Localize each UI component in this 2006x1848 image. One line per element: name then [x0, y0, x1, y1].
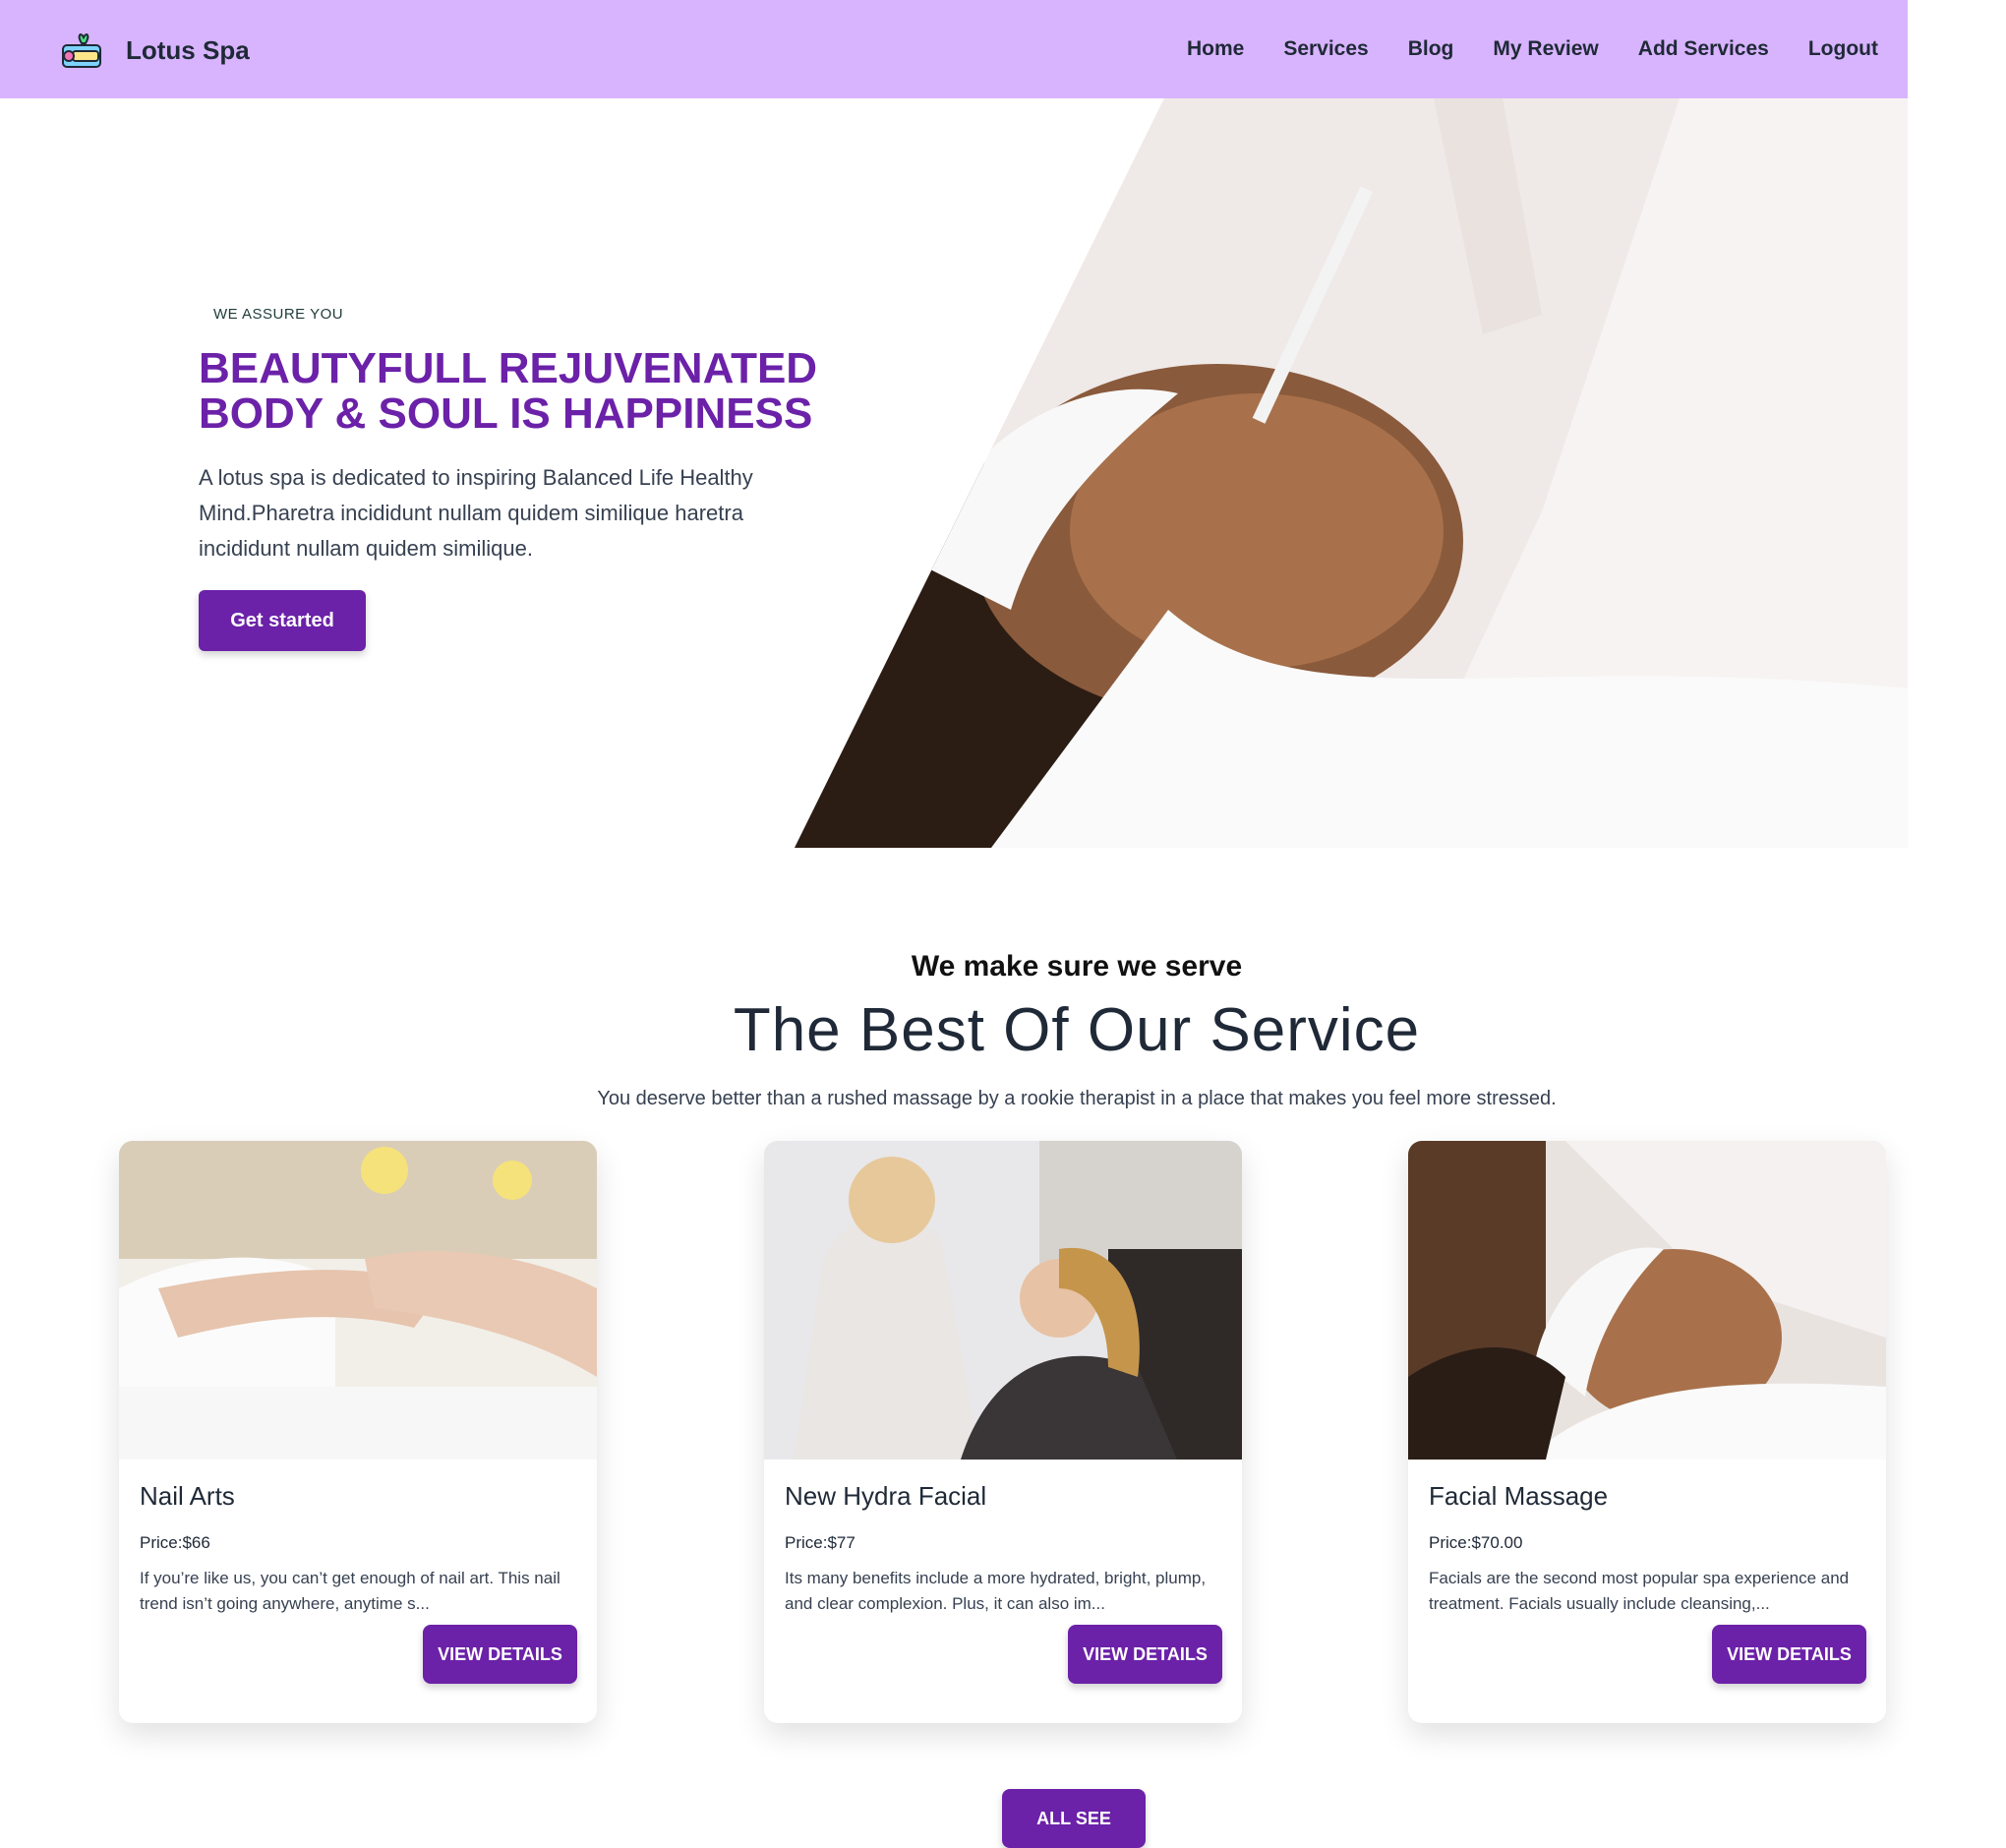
nail-arts-image [119, 1141, 597, 1460]
nav-link-logout[interactable]: Logout [1808, 37, 1878, 61]
navbar: Lotus Spa Home Services Blog My Review A… [0, 0, 1908, 98]
card-description: If you’re like us, you can’t get enough … [140, 1569, 560, 1613]
nav-link-add-services[interactable]: Add Services [1638, 37, 1769, 61]
hydra-facial-image [764, 1141, 1242, 1460]
hero-title: BEAUTYFULL REJUVENATED BODY & SOUL IS HA… [199, 346, 828, 437]
facial-massage-image [1408, 1141, 1886, 1460]
view-details-button[interactable]: VIEW DETAILS [1068, 1625, 1222, 1684]
service-card-facial-massage: Facial Massage Price:$70.00 Facials are … [1408, 1141, 1886, 1723]
card-description: Facials are the second most popular spa … [1429, 1569, 1850, 1613]
card-title: Facial Massage [1429, 1481, 1609, 1511]
nav-link-blog[interactable]: Blog [1408, 37, 1454, 61]
hero-title-line2: BODY & SOUL IS HAPPINESS [199, 389, 813, 438]
services-description: You deserve better than a rushed massage… [597, 1088, 1557, 1109]
card-title: Nail Arts [140, 1481, 235, 1511]
view-details-button[interactable]: VIEW DETAILS [423, 1625, 577, 1684]
services-subtitle: We make sure we serve [911, 950, 1243, 983]
services-title: The Best Of Our Service [733, 996, 1421, 1064]
hero-description: A lotus spa is dedicated to inspiring Ba… [199, 465, 753, 561]
spa-logo-icon [59, 30, 104, 71]
card-price: Price:$66 [140, 1533, 210, 1552]
card-price: Price:$77 [785, 1533, 856, 1552]
nav-link-home[interactable]: Home [1187, 37, 1244, 61]
brand[interactable]: Lotus Spa [59, 30, 250, 71]
nav-link-services[interactable]: Services [1283, 37, 1368, 61]
view-details-button[interactable]: VIEW DETAILS [1712, 1625, 1866, 1684]
get-started-button[interactable]: Get started [199, 590, 366, 651]
card-price: Price:$70.00 [1429, 1533, 1523, 1552]
service-card-nail-arts: Nail Arts Price:$66 If you’re like us, y… [119, 1141, 597, 1723]
service-card-hydra-facial: New Hydra Facial Price:$77 Its many bene… [764, 1141, 1242, 1723]
all-see-button[interactable]: ALL SEE [1002, 1789, 1146, 1848]
hero-image [795, 98, 1908, 848]
nav-links: Home Services Blog My Review Add Service… [1187, 0, 1878, 98]
brand-name: Lotus Spa [126, 34, 250, 65]
card-title: New Hydra Facial [785, 1481, 987, 1511]
hero-title-line1: BEAUTYFULL REJUVENATED [199, 344, 818, 392]
hero-eyebrow: WE ASSURE YOU [213, 306, 344, 323]
nav-link-my-review[interactable]: My Review [1493, 37, 1598, 61]
card-description: Its many benefits include a more hydrate… [785, 1569, 1207, 1613]
